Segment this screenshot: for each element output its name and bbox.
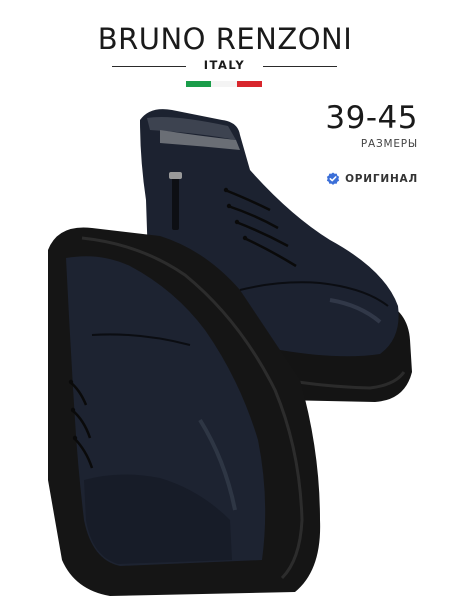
verified-check-icon [326,172,340,185]
size-caption: РАЗМЕРЫ [360,138,418,150]
brand-country: ITALY [203,58,246,72]
brand-name: BRUNO RENZONI [97,22,353,56]
flag-red-stripe [236,81,262,87]
flag-green-stripe [186,81,212,87]
divider-left [112,66,186,67]
size-range: 39-45 [325,100,418,136]
divider-right [263,66,337,67]
original-badge: ОРИГИНАЛ [326,172,418,186]
flag-white-stripe [211,81,237,87]
product-card: BRUNO RENZONI ITALY 39-45 РАЗМЕРЫ ОРИГИН… [0,0,450,600]
badge-label: ОРИГИНАЛ [345,173,418,185]
italy-flag-icon [186,81,262,87]
